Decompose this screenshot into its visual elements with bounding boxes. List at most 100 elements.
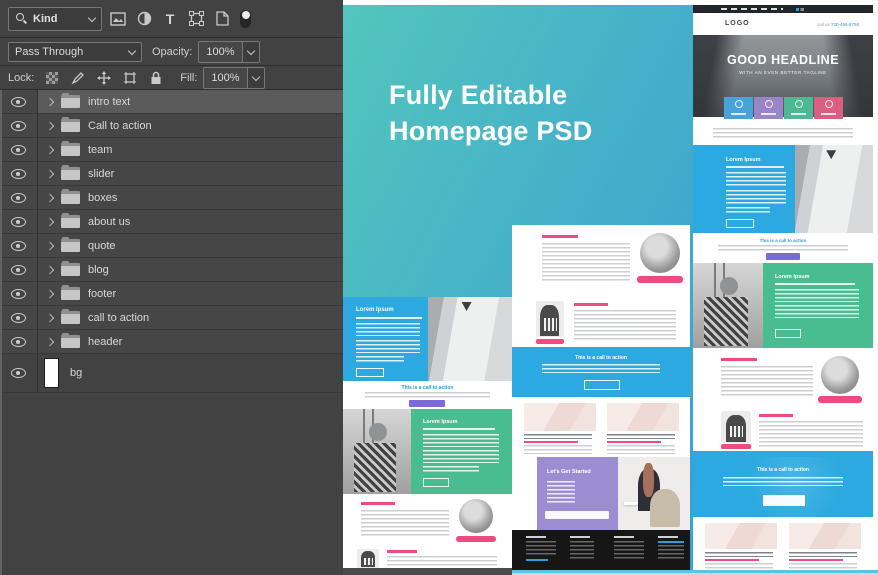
group-folder-icon xyxy=(61,285,80,300)
mockup-text-lines xyxy=(789,563,857,569)
layer-name: header xyxy=(88,335,123,348)
expand-chevron-icon[interactable] xyxy=(45,169,55,178)
visibility-toggle[interactable] xyxy=(0,354,38,392)
mockup-pink-button xyxy=(818,396,862,403)
group-folder-icon xyxy=(61,117,80,132)
visibility-toggle[interactable] xyxy=(0,234,38,257)
filter-pixel-layers-icon[interactable] xyxy=(108,9,128,29)
mockup-text-lines xyxy=(726,190,786,204)
mockup-blog-card-title xyxy=(789,552,857,557)
mockup-text-lines xyxy=(705,563,773,569)
chevron-down-icon xyxy=(251,72,260,81)
visibility-toggle[interactable] xyxy=(0,114,38,137)
mockup-text-lines xyxy=(361,510,449,536)
expand-chevron-icon[interactable] xyxy=(45,337,55,346)
lock-all-icon[interactable] xyxy=(146,68,166,88)
visibility-toggle[interactable] xyxy=(0,210,38,233)
visibility-toggle[interactable] xyxy=(0,306,38,329)
mockup-blog-card-image xyxy=(705,523,777,549)
layer-row-team[interactable]: team xyxy=(0,138,343,162)
visibility-toggle[interactable] xyxy=(0,258,38,281)
mockup-blog-card-meta xyxy=(524,441,578,443)
group-folder-icon xyxy=(61,237,80,252)
layer-filter-bar: Kind T xyxy=(0,0,343,38)
eye-icon xyxy=(11,192,26,203)
mockup-text-lines xyxy=(524,445,592,454)
filter-adjustment-layers-icon[interactable] xyxy=(134,9,154,29)
expand-chevron-icon[interactable] xyxy=(45,241,55,250)
mockup-subheading-line xyxy=(423,428,495,430)
layer-row-footer[interactable]: footer xyxy=(0,282,343,306)
visibility-toggle[interactable] xyxy=(0,138,38,161)
mockup-pink-heading xyxy=(387,550,417,553)
expand-chevron-icon[interactable] xyxy=(45,265,55,274)
mockup-purple-button xyxy=(409,400,445,407)
eye-icon xyxy=(11,216,26,227)
mockup-footer-link-cyan xyxy=(526,559,548,561)
filter-shape-layers-icon[interactable] xyxy=(186,9,206,29)
expand-chevron-icon[interactable] xyxy=(45,97,55,106)
document-canvas[interactable]: Fully Editable Homepage PSD Lorem Ipsum … xyxy=(343,0,878,575)
layer-row-about-us[interactable]: about us xyxy=(0,210,343,234)
expand-chevron-icon[interactable] xyxy=(45,193,55,202)
layer-row-quote[interactable]: quote xyxy=(0,234,343,258)
mockup-blog-card-image xyxy=(524,403,596,431)
lock-position-icon[interactable] xyxy=(94,68,114,88)
mockup-text-lines xyxy=(356,340,420,353)
filter-type-layers-icon[interactable]: T xyxy=(160,9,180,29)
fill-dropdown-arrow[interactable] xyxy=(247,67,264,88)
visibility-toggle[interactable] xyxy=(0,282,38,305)
expand-chevron-icon[interactable] xyxy=(45,289,55,298)
layer-row-slider[interactable]: slider xyxy=(0,162,343,186)
eye-icon xyxy=(11,240,26,251)
lock-image-pixels-icon[interactable] xyxy=(68,68,88,88)
mockup-footer-heading xyxy=(658,536,678,538)
mockup-phone-prefix: call us xyxy=(816,22,830,27)
mockup-pink-heading xyxy=(542,235,578,238)
mockup-outline-button xyxy=(763,495,805,506)
blend-mode-dropdown[interactable]: Pass Through xyxy=(8,41,142,62)
layer-row-intro-text[interactable]: intro text xyxy=(0,90,343,114)
expand-chevron-icon[interactable] xyxy=(45,217,55,226)
expand-chevron-icon[interactable] xyxy=(45,145,55,154)
opacity-dropdown-arrow[interactable] xyxy=(242,41,259,62)
mockup-purple-panel: Let's Get Started xyxy=(537,457,618,530)
visibility-toggle[interactable] xyxy=(0,90,38,113)
mockup-text-lines xyxy=(614,541,644,561)
lock-transparent-pixels-icon[interactable] xyxy=(42,68,62,88)
mockup-photo-child-swing xyxy=(343,409,411,494)
visibility-toggle[interactable] xyxy=(0,162,38,185)
mockup-cta-heading: This is a call to action xyxy=(757,467,809,473)
mockup-subheading-line xyxy=(775,283,855,285)
layer-name: team xyxy=(88,143,113,156)
layer-row-blog[interactable]: blog xyxy=(0,258,343,282)
opacity-field[interactable]: 100% xyxy=(198,40,260,63)
fill-field[interactable]: 100% xyxy=(203,66,265,89)
eye-icon xyxy=(11,288,26,299)
layer-row-call-to-action-1[interactable]: Call to action xyxy=(0,114,343,138)
mockup-hero-tagline: WITH AN EVEN BETTER TAGLINE xyxy=(739,70,827,75)
filtering-toggle[interactable] xyxy=(240,9,251,28)
chevron-down-icon xyxy=(87,13,97,22)
expand-chevron-icon[interactable] xyxy=(45,121,55,130)
layer-row-boxes[interactable]: boxes xyxy=(0,186,343,210)
mockup-text-lines xyxy=(723,477,843,486)
visibility-toggle[interactable] xyxy=(0,186,38,209)
expand-chevron-icon[interactable] xyxy=(45,313,55,322)
mockup-top-nav xyxy=(693,5,873,13)
filter-kind-dropdown[interactable]: Kind xyxy=(8,6,102,31)
lock-artboard-icon[interactable] xyxy=(120,68,140,88)
mockup-text-lines xyxy=(542,364,660,373)
layer-row-bg[interactable]: bg xyxy=(0,354,343,393)
filter-smart-object-icon[interactable] xyxy=(212,9,232,29)
mockup-input-bar xyxy=(545,511,609,519)
lock-label: Lock: xyxy=(8,71,35,84)
visibility-toggle[interactable] xyxy=(0,330,38,353)
layer-row-call-to-action-2[interactable]: call to action xyxy=(0,306,343,330)
layer-row-header[interactable]: header xyxy=(0,330,343,354)
mockup-about-section xyxy=(343,494,512,544)
artwork-title: Fully Editable Homepage PSD xyxy=(389,77,592,149)
blend-mode-value: Pass Through xyxy=(15,45,84,58)
mockup-photo-woman-desk xyxy=(618,457,690,530)
mockup-subheading-line xyxy=(356,317,422,319)
